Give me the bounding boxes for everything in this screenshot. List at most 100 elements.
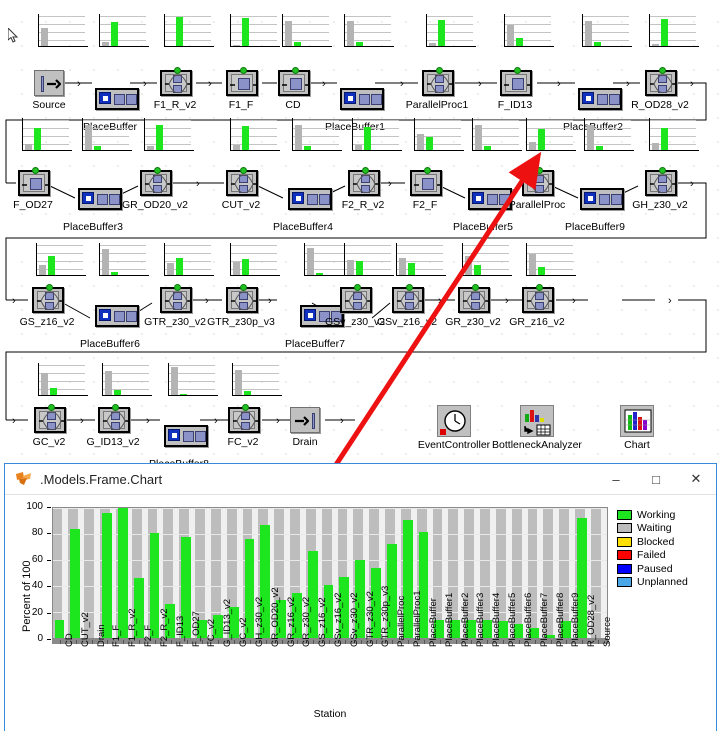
source-node[interactable] xyxy=(34,70,64,96)
station-node[interactable] xyxy=(98,404,130,433)
mini-bar-working xyxy=(426,136,433,150)
legend-item[interactable]: Waiting xyxy=(617,522,713,536)
node-label: GR_z16_v2 xyxy=(509,316,565,328)
mini-bar-waiting xyxy=(429,43,436,46)
station-node[interactable] xyxy=(226,67,258,96)
x-tick-label: PlaceBuffer3 xyxy=(475,592,487,647)
station-node[interactable] xyxy=(340,284,372,313)
y-tick-label: 20 xyxy=(31,606,43,618)
mini-bar-waiting xyxy=(25,143,32,150)
legend-swatch xyxy=(617,536,632,547)
place-buffer-node[interactable] xyxy=(340,88,384,110)
x-tick-mark xyxy=(566,640,568,644)
node-utilization-mini-chart xyxy=(344,118,406,156)
legend-item[interactable]: Unplanned xyxy=(617,576,713,590)
chart-bar[interactable] xyxy=(70,528,81,638)
station-node[interactable] xyxy=(458,284,490,313)
mini-bar-waiting xyxy=(285,21,292,46)
legend-item[interactable]: Blocked xyxy=(617,535,713,549)
minimize-button[interactable]: – xyxy=(596,465,636,494)
x-tick-mark xyxy=(123,640,125,644)
station-node[interactable] xyxy=(34,404,66,433)
svg-text:›: › xyxy=(205,295,209,307)
svg-text:›: › xyxy=(208,78,212,90)
bar-chart-table-icon[interactable] xyxy=(520,405,554,437)
node-utilization-mini-chart xyxy=(91,243,153,281)
buffer-badge-icon xyxy=(82,192,94,204)
station-node[interactable] xyxy=(228,404,260,433)
station-node[interactable] xyxy=(226,284,258,313)
station-node[interactable] xyxy=(645,67,677,96)
node-label: F2_F xyxy=(412,199,438,211)
mini-bar-waiting xyxy=(102,249,109,275)
station-node[interactable] xyxy=(140,167,172,196)
station-node[interactable] xyxy=(500,67,532,96)
drain-node[interactable] xyxy=(290,407,320,433)
station-node[interactable] xyxy=(348,167,380,196)
mini-bar-working xyxy=(661,127,668,150)
node-utilization-mini-chart xyxy=(224,363,286,401)
station-node[interactable] xyxy=(278,67,310,96)
x-tick-mark xyxy=(154,640,156,644)
chart-window[interactable]: .Models.Frame.Chart – □ ✕ Percent of 100… xyxy=(4,463,717,731)
x-tick-mark xyxy=(281,640,283,644)
y-tick-label: 0 xyxy=(37,633,43,644)
place-buffer-node[interactable] xyxy=(580,188,624,210)
mini-bar-waiting xyxy=(295,125,302,150)
mini-bar-working xyxy=(596,146,603,150)
x-tick-label: Drain xyxy=(95,624,107,647)
maximize-button[interactable]: □ xyxy=(636,465,676,494)
x-tick-mark xyxy=(360,640,362,644)
svg-text:›: › xyxy=(196,178,200,190)
node-utilization-mini-chart xyxy=(464,118,526,156)
station-node[interactable] xyxy=(422,67,454,96)
x-tick-mark xyxy=(344,640,346,644)
x-tick-mark xyxy=(392,640,394,644)
x-tick-label: GR_z30_v2 xyxy=(301,596,313,647)
close-button[interactable]: ✕ xyxy=(676,465,716,494)
node-utilization-mini-chart xyxy=(518,118,580,156)
station-node[interactable] xyxy=(160,67,192,96)
station-node[interactable] xyxy=(392,284,424,313)
legend-item[interactable]: Working xyxy=(617,508,713,522)
chart-bar[interactable] xyxy=(102,513,112,638)
place-buffer-node[interactable] xyxy=(578,88,622,110)
station-node[interactable] xyxy=(18,167,50,196)
chart-bar[interactable] xyxy=(54,619,65,638)
station-node[interactable] xyxy=(410,167,442,196)
legend-item[interactable]: Failed xyxy=(617,549,713,563)
svg-text:›: › xyxy=(322,78,326,90)
mini-bar-working xyxy=(316,272,323,275)
x-tick-mark xyxy=(423,640,425,644)
svg-text:›: › xyxy=(690,78,694,90)
simulation-model-canvas[interactable]: › › › › › › › › › › › › › › › › › › › › › › › › › S… xyxy=(0,0,725,465)
clock-icon[interactable] xyxy=(437,405,471,437)
legend-item[interactable]: Paused xyxy=(617,562,713,576)
x-axis-title: Station xyxy=(313,708,347,720)
chart-bar[interactable] xyxy=(149,532,160,638)
chart-title-bar[interactable]: .Models.Frame.Chart – □ ✕ xyxy=(5,464,716,495)
station-node[interactable] xyxy=(645,167,677,196)
station-node[interactable] xyxy=(522,284,554,313)
mini-bar-working xyxy=(364,126,371,150)
chart-icon[interactable] xyxy=(620,405,654,437)
y-tick-mark xyxy=(47,533,51,535)
station-node[interactable] xyxy=(32,284,64,313)
mini-bar-waiting xyxy=(652,143,659,150)
x-tick-mark xyxy=(329,640,330,644)
svg-text:›: › xyxy=(626,78,630,90)
x-tick-label: GC_v2 xyxy=(238,617,250,647)
mini-bar-waiting xyxy=(167,263,174,275)
mini-bar-working xyxy=(474,264,481,275)
place-buffer-node[interactable] xyxy=(95,305,139,327)
svg-text:›: › xyxy=(12,295,16,307)
station-node[interactable] xyxy=(522,167,554,196)
station-node[interactable] xyxy=(160,284,192,313)
station-node[interactable] xyxy=(226,167,258,196)
mini-bar-working xyxy=(180,394,187,395)
node-utilization-mini-chart xyxy=(136,118,198,156)
status-dot-icon xyxy=(514,67,521,74)
status-dot-icon xyxy=(240,67,247,74)
place-buffer-node[interactable] xyxy=(95,88,139,110)
node-label: GTR_z30p_v3 xyxy=(207,316,275,328)
